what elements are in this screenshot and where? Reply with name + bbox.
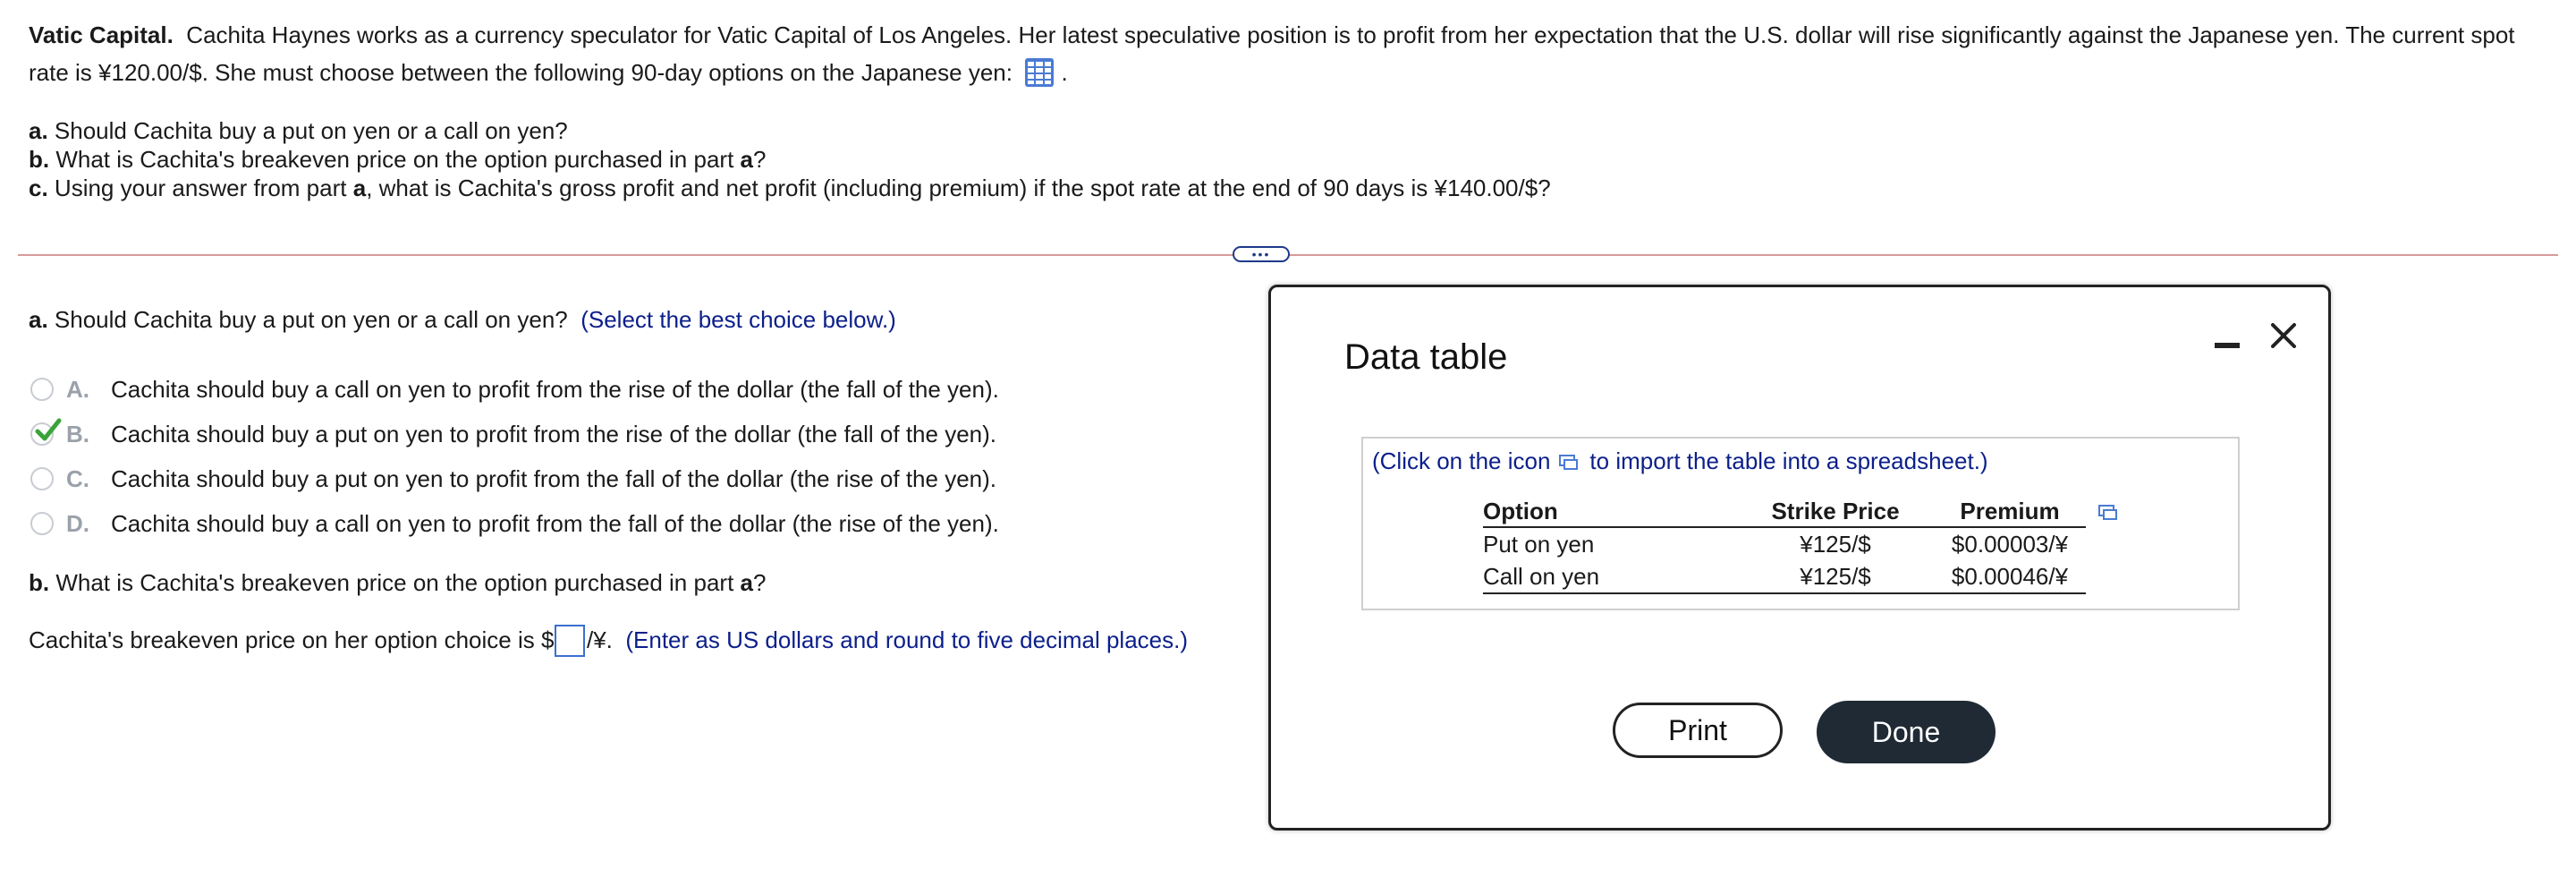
table-cell: Put on yen	[1483, 530, 1595, 558]
option-letter: C.	[66, 464, 89, 492]
breakeven-answer-input[interactable]	[555, 625, 585, 657]
radio-option-a[interactable]	[30, 378, 54, 401]
part-a-instruction: (Select the best choice below.)	[580, 306, 896, 333]
copy-table-icon[interactable]	[2098, 505, 2118, 521]
column-header-premium: Premium	[1960, 497, 2060, 524]
option-letter: B.	[66, 420, 89, 447]
expand-more-button[interactable]: •••	[1233, 246, 1290, 262]
close-icon[interactable]	[2266, 318, 2301, 354]
data-table-modal: Data table (Click on the icon to import …	[1268, 285, 2331, 831]
spreadsheet-import-icon[interactable]	[1559, 449, 1579, 470]
table-cell: ¥125/$	[1800, 530, 1871, 558]
choice-option-d[interactable]: D. Cachita should buy a call on yen to p…	[30, 510, 999, 537]
table-cell: Call on yen	[1483, 562, 1600, 590]
radio-option-d[interactable]	[30, 512, 54, 535]
table-row: Call on yen ¥125/$ $0.00046/¥	[1483, 560, 2086, 594]
minimize-icon[interactable]	[2214, 332, 2241, 359]
question-a: a. Should Cachita buy a put on yen or a …	[29, 117, 568, 144]
part-a-question: a. Should Cachita buy a put on yen or a …	[29, 306, 896, 333]
option-text: Cachita should buy a put on yen to profi…	[111, 420, 996, 447]
column-header-strike: Strike Price	[1771, 497, 1900, 524]
part-b-instruction: (Enter as US dollars and round to five d…	[625, 626, 1189, 653]
radio-option-c[interactable]	[30, 467, 54, 490]
option-data-table: Option Strike Price Premium Put on yen ¥…	[1483, 496, 2086, 594]
option-letter: D.	[66, 509, 89, 537]
question-c: c. Using your answer from part a, what i…	[29, 175, 1551, 201]
table-cell: $0.00003/¥	[1951, 530, 2069, 558]
problem-statement: Vatic Capital. Cachita Haynes works as a…	[29, 16, 2551, 91]
table-row: Put on yen ¥125/$ $0.00003/¥	[1483, 528, 2086, 560]
table-header-row: Option Strike Price Premium	[1483, 496, 2086, 528]
option-letter: A.	[66, 375, 89, 403]
choice-option-c[interactable]: C. Cachita should buy a put on yen to pr…	[30, 465, 996, 492]
checkmark-icon	[35, 418, 62, 441]
data-table-panel: (Click on the icon to import the table i…	[1361, 437, 2240, 610]
modal-title: Data table	[1344, 337, 1508, 377]
part-b-answer-prefix: Cachita's breakeven price on her option …	[29, 626, 555, 653]
question-b: b. What is Cachita's breakeven price on …	[29, 146, 767, 173]
radio-option-b[interactable]	[30, 418, 62, 446]
option-text: Cachita should buy a call on yen to prof…	[111, 509, 999, 537]
done-button[interactable]: Done	[1817, 701, 1996, 763]
column-header-option: Option	[1483, 497, 1558, 524]
choice-option-a[interactable]: A. Cachita should buy a call on yen to p…	[30, 376, 999, 403]
part-b-answer-suffix: /¥. (Enter as US dollars and round to fi…	[587, 626, 1189, 653]
table-cell: $0.00046/¥	[1951, 562, 2069, 590]
option-text: Cachita should buy a call on yen to prof…	[111, 375, 999, 403]
problem-title: Vatic Capital.	[29, 21, 174, 48]
grid-table-icon[interactable]	[1024, 57, 1055, 88]
problem-period: .	[1061, 59, 1068, 86]
table-cell: ¥125/$	[1800, 562, 1871, 590]
part-b-question: b. What is Cachita's breakeven price on …	[29, 569, 767, 596]
choice-option-b[interactable]: B. Cachita should buy a put on yen to pr…	[30, 418, 996, 447]
problem-body: Cachita Haynes works as a currency specu…	[29, 21, 2515, 86]
import-hint: (Click on the icon to import the table i…	[1372, 447, 1988, 474]
print-button[interactable]: Print	[1613, 703, 1783, 758]
option-text: Cachita should buy a put on yen to profi…	[111, 464, 996, 492]
question-list: a. Should Cachita buy a put on yen or a …	[29, 116, 1551, 202]
